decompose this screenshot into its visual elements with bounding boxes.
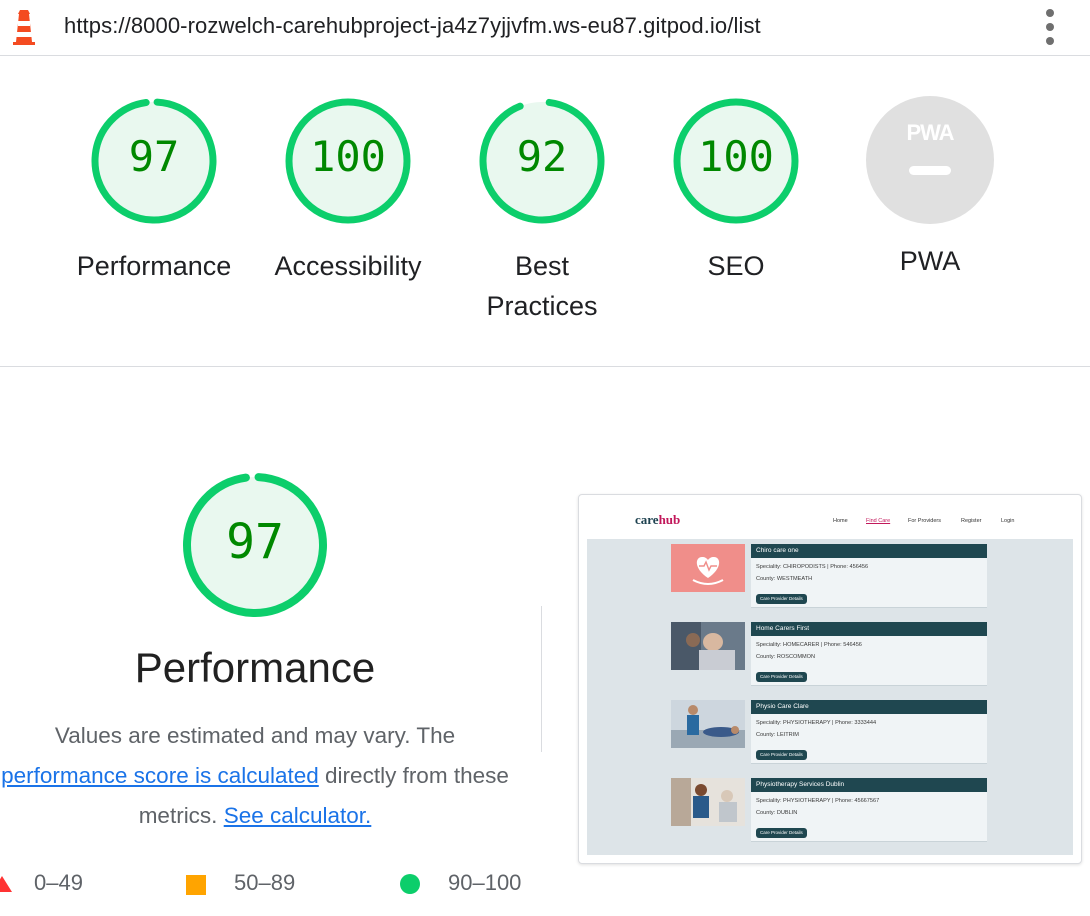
gauge-performance-value: 97 xyxy=(128,132,180,181)
provider-name: Physiotherapy Services Dublin xyxy=(751,778,987,792)
performance-score: 97 xyxy=(226,514,284,570)
provider-name: Home Carers First xyxy=(751,622,987,636)
provider-speciality: Speciality: CHIROPODISTS | Phone: 456456 xyxy=(756,564,869,570)
provider-name: Chiro care one xyxy=(751,544,987,558)
see-calculator-link[interactable]: See calculator. xyxy=(224,803,372,828)
lighthouse-icon xyxy=(13,10,35,45)
nav-find-care[interactable]: Find Care xyxy=(866,518,890,524)
screenshot-navbar: carehub Home Find Care For Providers Reg… xyxy=(587,503,1073,539)
provider-details-button[interactable]: Care Provider Details xyxy=(756,750,807,760)
provider-card: Home Carers First Speciality: HOMECARER … xyxy=(671,622,987,686)
pass-circle-icon xyxy=(400,874,420,894)
gauge-best-practices[interactable]: 92 Best Practices xyxy=(452,96,632,321)
section-divider xyxy=(0,366,1090,367)
provider-card-body: Chiro care one Speciality: CHIROPODISTS … xyxy=(751,544,987,608)
gauge-pwa[interactable] xyxy=(866,96,994,224)
physio-image xyxy=(671,700,745,748)
carehub-logo: carehub xyxy=(635,512,680,528)
provider-county: County: ROSCOMMON xyxy=(756,654,816,660)
gauge-performance[interactable]: 97 Performance xyxy=(64,96,244,281)
more-menu-icon[interactable] xyxy=(1042,9,1058,45)
brand-hub: hub xyxy=(658,512,681,527)
provider-name: Physio Care Clare xyxy=(751,700,987,714)
nav-register[interactable]: Register xyxy=(961,518,981,524)
provider-card-body: Home Carers First Speciality: HOMECARER … xyxy=(751,622,987,686)
final-screenshot[interactable]: carehub Home Find Care For Providers Reg… xyxy=(578,494,1082,864)
provider-county: County: LEITRIM xyxy=(756,732,799,738)
nav-home[interactable]: Home xyxy=(833,518,848,524)
fail-triangle-icon xyxy=(0,876,12,892)
legend-fail: 0–49 xyxy=(34,870,83,895)
pwa-badge-icon: PWA xyxy=(906,120,954,145)
performance-description: Values are estimated and may vary. The p… xyxy=(0,716,510,836)
home-carer-image xyxy=(671,622,745,670)
page-url: https://8000-rozwelch-carehubproject-ja4… xyxy=(64,13,761,38)
score-calculated-link[interactable]: performance score is calculated xyxy=(1,763,319,788)
gauge-best-practices-value: 92 xyxy=(516,132,568,181)
vertical-separator xyxy=(541,606,542,752)
provider-county: County: WESTMEATH xyxy=(756,576,813,582)
gauge-pwa-label: PWA xyxy=(899,246,961,276)
nav-for-providers[interactable]: For Providers xyxy=(908,518,941,524)
provider-card: Physio Care Clare Speciality: PHYSIOTHER… xyxy=(671,700,987,764)
legend-pass: 90–100 xyxy=(448,870,522,895)
brand-care: care xyxy=(635,512,659,527)
provider-details-button[interactable]: Care Provider Details xyxy=(756,672,807,682)
provider-county: County: DUBLIN xyxy=(756,810,798,816)
gauge-accessibility[interactable]: 100 Accessibility xyxy=(258,96,438,281)
physiotherapy-dublin-image xyxy=(671,778,745,826)
provider-card: Chiro care one Speciality: CHIROPODISTS … xyxy=(671,544,987,608)
provider-speciality: Speciality: PHYSIOTHERAPY | Phone: 45667… xyxy=(756,798,880,804)
provider-details-button[interactable]: Care Provider Details xyxy=(756,594,807,604)
pwa-dash-icon xyxy=(909,166,951,175)
gauge-seo-label: SEO xyxy=(707,251,765,281)
nav-login[interactable]: Login xyxy=(1001,518,1014,524)
heart-care-image xyxy=(671,544,745,592)
provider-card-body: Physiotherapy Services Dublin Speciality… xyxy=(751,778,987,842)
provider-card-body: Physio Care Clare Speciality: PHYSIOTHER… xyxy=(751,700,987,764)
url-bar: https://8000-rozwelch-carehubproject-ja4… xyxy=(0,0,1090,56)
gauge-accessibility-label: Accessibility xyxy=(274,251,422,281)
performance-title: Performance xyxy=(134,644,376,691)
average-square-icon xyxy=(186,875,206,895)
provider-details-button[interactable]: Care Provider Details xyxy=(756,828,807,838)
gauge-best-practices-label: Best Practices xyxy=(486,251,598,321)
provider-speciality: Speciality: HOMECARER | Phone: 546456 xyxy=(756,642,862,648)
provider-card: Physiotherapy Services Dublin Speciality… xyxy=(671,778,987,842)
gauge-performance-label: Performance xyxy=(76,251,232,281)
screenshot-page: carehub Home Find Care For Providers Reg… xyxy=(587,503,1073,855)
provider-speciality: Speciality: PHYSIOTHERAPY | Phone: 33334… xyxy=(756,720,877,726)
gauge-seo[interactable]: 100 SEO xyxy=(646,96,826,281)
description-text-1: Values are estimated and may vary. The xyxy=(54,723,456,748)
gauge-seo-value: 100 xyxy=(698,132,774,181)
gauge-accessibility-value: 100 xyxy=(310,132,386,181)
legend-average: 50–89 xyxy=(234,870,296,895)
